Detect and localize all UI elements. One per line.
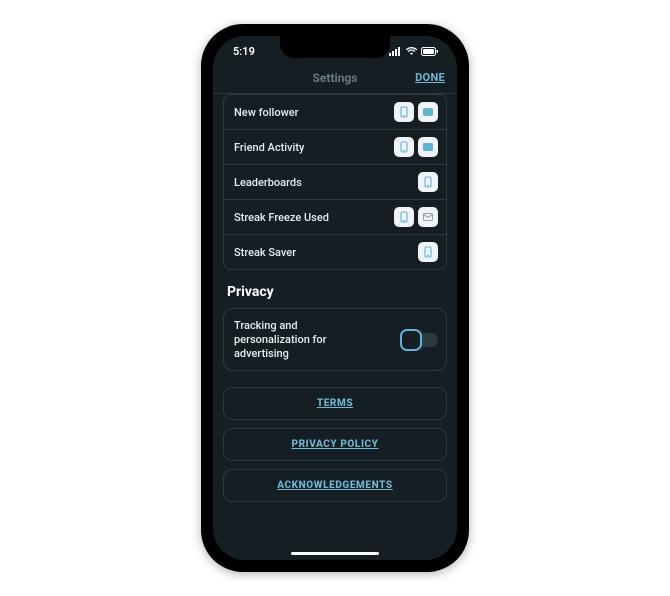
email-toggle[interactable] — [418, 137, 438, 157]
notification-toggles — [418, 242, 438, 262]
nav-header: Settings DONE — [213, 66, 457, 94]
notification-list: New follower Friend Activity Leaderboards S… — [223, 94, 447, 270]
notification-row: Leaderboards — [224, 165, 446, 200]
notification-row: Friend Activity — [224, 130, 446, 165]
privacy-tracking-label: Tracking and personalization for adverti… — [234, 319, 374, 360]
email-toggle[interactable] — [418, 207, 438, 227]
notification-label: Streak Saver — [234, 246, 296, 259]
done-button[interactable]: DONE — [415, 71, 445, 84]
page-title: Settings — [313, 71, 358, 85]
push-toggle[interactable] — [418, 242, 438, 262]
notification-toggles — [394, 207, 438, 227]
privacy-heading: Privacy — [227, 284, 447, 300]
content: New follower Friend Activity Leaderboards S… — [213, 94, 457, 560]
status-time: 5:19 — [233, 45, 255, 58]
tracking-toggle[interactable] — [400, 329, 436, 351]
notification-toggles — [394, 137, 438, 157]
notification-toggles — [418, 172, 438, 192]
notch — [280, 36, 390, 58]
status-icons — [389, 47, 439, 56]
notification-row: Streak Freeze Used — [224, 200, 446, 235]
privacy-policy-button[interactable]: PRIVACY POLICY — [223, 428, 447, 461]
switch-thumb — [400, 329, 422, 351]
phone-frame: 5:19 Settings DONE New follower Friend Ac… — [201, 24, 469, 572]
push-toggle[interactable] — [394, 102, 414, 122]
notification-row: Streak Saver — [224, 235, 446, 269]
acknowledgements-button[interactable]: ACKNOWLEDGEMENTS — [223, 469, 447, 502]
push-toggle[interactable] — [394, 207, 414, 227]
terms-button[interactable]: TERMS — [223, 387, 447, 420]
screen: 5:19 Settings DONE New follower Friend Ac… — [213, 36, 457, 560]
email-toggle[interactable] — [418, 102, 438, 122]
notification-row: New follower — [224, 95, 446, 130]
battery-icon — [421, 47, 439, 56]
notification-label: Friend Activity — [234, 141, 304, 154]
signal-icon — [389, 47, 402, 56]
wifi-icon — [405, 47, 418, 56]
notification-toggles — [394, 102, 438, 122]
push-toggle[interactable] — [394, 137, 414, 157]
notification-label: Streak Freeze Used — [234, 211, 329, 224]
home-indicator[interactable] — [291, 552, 379, 555]
notification-label: New follower — [234, 106, 299, 119]
push-toggle[interactable] — [418, 172, 438, 192]
notification-label: Leaderboards — [234, 176, 302, 189]
privacy-tracking-row: Tracking and personalization for adverti… — [223, 308, 447, 371]
